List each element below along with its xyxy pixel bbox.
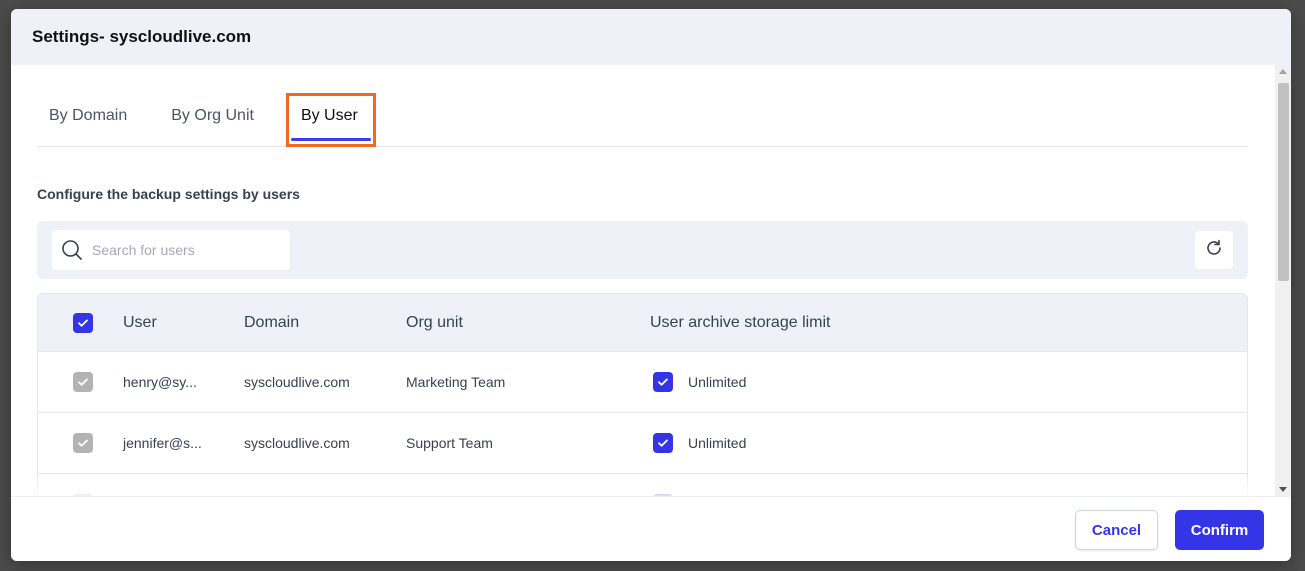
- cell-org-unit: Support Team: [406, 435, 493, 451]
- row-select-checkbox[interactable]: [73, 433, 93, 453]
- refresh-icon: [1205, 239, 1223, 262]
- search-toolbar: [37, 221, 1248, 279]
- tab-label: By Org Unit: [171, 107, 254, 124]
- search-box: [52, 230, 290, 270]
- cell-storage-limit: Unlimited: [688, 374, 747, 390]
- table-row: [38, 474, 1247, 496]
- cell-user: henry@sy...: [123, 374, 197, 390]
- users-table: User Domain Org unit User archive storag…: [37, 293, 1248, 496]
- table-header: User Domain Org unit User archive storag…: [38, 294, 1247, 352]
- check-icon: [658, 439, 668, 447]
- check-icon: [658, 378, 668, 386]
- scroll-down-icon[interactable]: [1279, 487, 1287, 492]
- tab-bar: By Domain By Org Unit By User: [37, 93, 1248, 147]
- cell-org-unit: Marketing Team: [406, 374, 506, 390]
- cell-domain: syscloudlive.com: [244, 374, 350, 390]
- table-row: jennifer@s... syscloudlive.com Support T…: [38, 413, 1247, 474]
- unlimited-checkbox[interactable]: [653, 372, 673, 392]
- scroll-up-icon[interactable]: [1279, 69, 1287, 74]
- cell-user: jennifer@s...: [123, 435, 202, 451]
- modal-body: By Domain By Org Unit By User Configure …: [11, 65, 1275, 496]
- tab-by-user[interactable]: By User: [285, 93, 376, 147]
- cell-storage-limit: Unlimited: [688, 435, 747, 451]
- check-icon: [78, 319, 88, 327]
- confirm-button[interactable]: Confirm: [1175, 510, 1264, 550]
- select-all-checkbox[interactable]: [73, 312, 93, 333]
- check-icon: [78, 439, 88, 447]
- search-icon: [52, 230, 92, 270]
- search-input[interactable]: [92, 242, 282, 258]
- settings-modal: Settings- syscloudlive.com By Domain By …: [11, 9, 1291, 561]
- refresh-button[interactable]: [1195, 231, 1233, 269]
- section-description: Configure the backup settings by users: [37, 186, 300, 202]
- unlimited-checkbox[interactable]: [653, 433, 673, 453]
- modal-title: Settings- syscloudlive.com: [32, 27, 252, 46]
- check-icon: [78, 378, 88, 386]
- header-storage-limit[interactable]: User archive storage limit: [650, 314, 1247, 332]
- table-row: henry@sy... syscloudlive.com Marketing T…: [38, 352, 1247, 413]
- tab-label: By Domain: [49, 107, 128, 124]
- cell-domain: syscloudlive.com: [244, 435, 350, 451]
- tab-by-domain[interactable]: By Domain: [37, 93, 139, 147]
- tab-by-org-unit[interactable]: By Org Unit: [159, 93, 266, 147]
- modal-footer: Cancel Confirm: [11, 496, 1291, 561]
- header-org-unit[interactable]: Org unit: [406, 314, 650, 332]
- row-select-checkbox[interactable]: [73, 372, 93, 392]
- header-domain[interactable]: Domain: [244, 314, 406, 332]
- tab-label: By User: [300, 107, 358, 124]
- active-tab-indicator: [290, 138, 371, 141]
- header-user[interactable]: User: [123, 314, 244, 332]
- scroll-thumb[interactable]: [1278, 83, 1289, 281]
- vertical-scrollbar[interactable]: [1275, 65, 1291, 496]
- cancel-button[interactable]: Cancel: [1075, 510, 1158, 550]
- modal-header: Settings- syscloudlive.com: [11, 9, 1291, 65]
